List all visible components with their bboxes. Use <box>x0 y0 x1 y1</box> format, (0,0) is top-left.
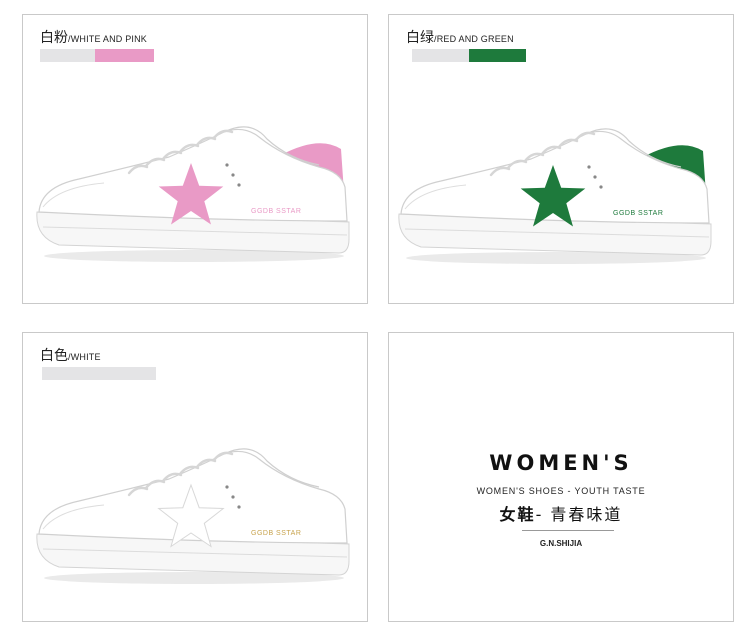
brand-cn-bold: 女鞋 <box>499 505 536 524</box>
eyelet <box>225 485 229 489</box>
eyelet <box>599 185 603 189</box>
brand-panel: WOMEN'S WOMEN'S SHOES - YOUTH TASTE 女鞋- … <box>388 332 734 622</box>
shoe: GGDB SSTAR <box>36 448 350 584</box>
product-panel-white[interactable]: 白色/WHITE GGDB SSTAR <box>22 332 368 622</box>
shoe-print-text: GGDB SSTAR <box>251 530 301 537</box>
shoe-print-text: GGDB SSTAR <box>251 208 301 215</box>
eyelet <box>225 163 229 167</box>
shoe-image-white: GGDB SSTAR <box>36 448 350 584</box>
eyelet <box>593 175 597 179</box>
eyelet <box>237 183 241 187</box>
shoe-image-pink: GGDB SSTAR <box>36 126 350 262</box>
brand-subtitle: WOMEN'S SHOES - YOUTH TASTE <box>476 486 646 496</box>
shoe-print-text: GGDB SSTAR <box>613 210 663 217</box>
eyelet <box>231 495 235 499</box>
eyelet <box>237 505 241 509</box>
shoe: GGDB SSTAR <box>398 128 712 264</box>
product-panel-white-green[interactable]: 白绿/RED AND GREEN GGDB SSTAR <box>388 14 734 304</box>
brand-divider <box>522 530 614 531</box>
eyelet <box>231 173 235 177</box>
eyelet <box>587 165 591 169</box>
brand-mark: G.N.SHIJIA <box>539 539 583 548</box>
shoe-image-green: GGDB SSTAR <box>398 128 712 264</box>
shoe: GGDB SSTAR <box>36 126 350 262</box>
product-panel-white-pink[interactable]: 白粉/WHITE AND PINK GGDB SSTAR <box>22 14 368 304</box>
brand-title: WOMEN'S <box>489 451 633 475</box>
brand-cn-rest: - 青春味道 <box>535 505 623 524</box>
brand-cn-tagline: 女鞋- 青春味道 <box>389 501 733 525</box>
